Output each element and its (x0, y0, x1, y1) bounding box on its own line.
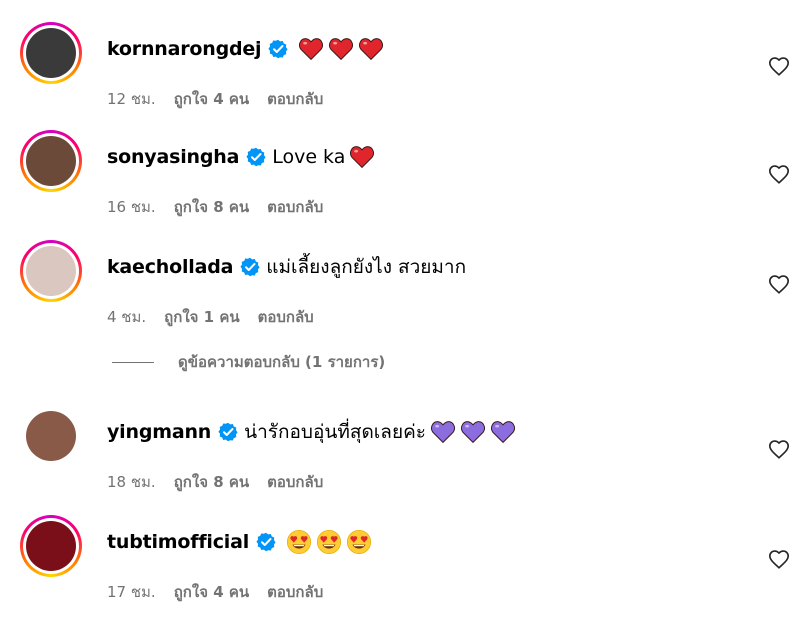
purple-heart-emoji-icon (431, 421, 455, 444)
comment-line: kaechollada แม่เลี้ยงลูกยังไง สวยมาก (107, 252, 466, 282)
avatar-frame (23, 408, 79, 464)
comment-text: Love ka (272, 146, 346, 168)
avatar-frame (23, 243, 79, 299)
reply-button[interactable]: ตอบกลับ (267, 87, 323, 111)
like-heart-icon[interactable] (768, 274, 790, 296)
likes-count-button[interactable]: ถูกใจ 1 คน (164, 305, 239, 329)
reply-button[interactable]: ตอบกลับ (258, 305, 314, 329)
username-link[interactable]: kornnarongdej (107, 38, 262, 60)
like-heart-icon[interactable] (768, 549, 790, 571)
avatar (26, 521, 76, 571)
reply-button[interactable]: ตอบกลับ (267, 470, 323, 494)
likes-count-button[interactable]: ถูกใจ 8 คน (174, 195, 249, 219)
comment-text: น่ารักอบอุ่นที่สุดเลยค่ะ (244, 421, 426, 443)
avatar (26, 136, 76, 186)
comment-time[interactable]: 17 ชม. (107, 580, 156, 604)
username-link[interactable]: kaechollada (107, 256, 233, 278)
comment-text: แม่เลี้ยงลูกยังไง สวยมาก (266, 256, 467, 278)
avatar (26, 246, 76, 296)
comment-time[interactable]: 12 ชม. (107, 87, 156, 111)
avatar-frame (23, 518, 79, 574)
avatar-story-ring[interactable] (20, 22, 82, 84)
reply-button[interactable]: ตอบกลับ (267, 580, 323, 604)
comment-line: tubtimofficial (107, 527, 372, 557)
reply-button[interactable]: ตอบกลับ (267, 195, 323, 219)
username-link[interactable]: tubtimofficial (107, 531, 249, 553)
comment-time[interactable]: 16 ชม. (107, 195, 156, 219)
verified-badge-icon (240, 257, 260, 277)
like-heart-icon[interactable] (768, 56, 790, 78)
avatar-frame (23, 25, 79, 81)
avatar-story-ring[interactable] (20, 515, 82, 577)
heart-eyes-emoji-icon (346, 529, 372, 555)
view-replies-button[interactable]: ดูข้อความตอบกลับ (1 รายการ) (112, 350, 385, 374)
comment-line: kornnarongdej (107, 34, 384, 64)
heart-eyes-emoji-icon (316, 529, 342, 555)
avatar (26, 411, 76, 461)
likes-count-button[interactable]: ถูกใจ 8 คน (174, 470, 249, 494)
avatar-frame (23, 133, 79, 189)
comment-time[interactable]: 4 ชม. (107, 305, 146, 329)
comment-meta: 12 ชม. ถูกใจ 4 คน ตอบกลับ (107, 87, 341, 111)
red-heart-emoji-icon (359, 38, 384, 61)
comment-line: sonyasingha Love ka (107, 142, 375, 172)
comment-item: tubtimofficial 17 ชม. ถูกใจ 4 คน ตอบกลับ (0, 515, 800, 615)
comment-item: yingmann น่ารักอบอุ่นที่สุดเลยค่ะ 18 ชม.… (0, 405, 800, 505)
verified-badge-icon (246, 147, 266, 167)
avatar-story-ring[interactable] (20, 130, 82, 192)
comment-item: kornnarongdej 12 ชม. ถูกใจ 4 คน ตอบกลับ (0, 22, 800, 122)
avatar-story-ring[interactable] (20, 405, 82, 467)
red-heart-emoji-icon (299, 38, 324, 61)
avatar-story-ring[interactable] (20, 240, 82, 302)
comment-time[interactable]: 18 ชม. (107, 470, 156, 494)
comment-item: kaechollada แม่เลี้ยงลูกยังไง สวยมาก 4 ช… (0, 240, 800, 340)
verified-badge-icon (268, 39, 288, 59)
heart-eyes-emoji-icon (286, 529, 312, 555)
comment-line: yingmann น่ารักอบอุ่นที่สุดเลยค่ะ (107, 417, 516, 447)
username-link[interactable]: sonyasingha (107, 146, 239, 168)
purple-heart-emoji-icon (491, 421, 515, 444)
red-heart-emoji-icon (329, 38, 354, 61)
username-link[interactable]: yingmann (107, 421, 211, 443)
red-heart-emoji-icon (350, 146, 375, 169)
comment-meta: 18 ชม. ถูกใจ 8 คน ตอบกลับ (107, 470, 341, 494)
likes-count-button[interactable]: ถูกใจ 4 คน (174, 87, 249, 111)
comment-meta: 4 ชม. ถูกใจ 1 คน ตอบกลับ (107, 305, 332, 329)
comment-item: sonyasingha Love ka 16 ชม. ถูกใจ 8 คน ตอ… (0, 130, 800, 230)
like-heart-icon[interactable] (768, 439, 790, 461)
purple-heart-emoji-icon (461, 421, 485, 444)
avatar (26, 28, 76, 78)
view-replies-label: ดูข้อความตอบกลับ (1 รายการ) (178, 353, 386, 371)
comment-meta: 17 ชม. ถูกใจ 4 คน ตอบกลับ (107, 580, 341, 604)
verified-badge-icon (256, 532, 276, 552)
likes-count-button[interactable]: ถูกใจ 4 คน (174, 580, 249, 604)
comment-meta: 16 ชม. ถูกใจ 8 คน ตอบกลับ (107, 195, 341, 219)
like-heart-icon[interactable] (768, 164, 790, 186)
divider-line (112, 361, 154, 363)
verified-badge-icon (218, 422, 238, 442)
